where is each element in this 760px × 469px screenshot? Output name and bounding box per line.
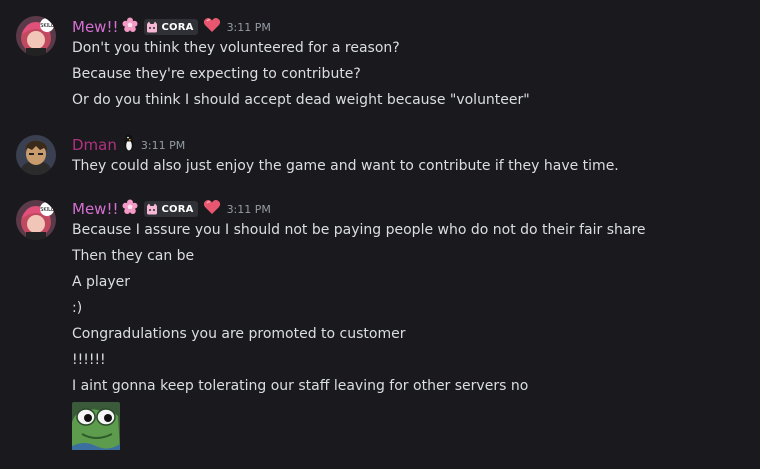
avatar[interactable]: SKILL xyxy=(16,16,56,56)
message-header: Mew!! CORA 3:11 PM xyxy=(72,198,271,220)
message-text: A player xyxy=(72,274,131,290)
timestamp: 3:11 PM xyxy=(140,138,186,152)
guild-tag-label: CORA xyxy=(161,21,194,33)
guild-tag[interactable]: CORA xyxy=(144,18,198,37)
timestamp: 3:11 PM xyxy=(226,20,271,34)
timestamp: 3:11 PM xyxy=(226,202,271,216)
frog-emoji[interactable] xyxy=(72,402,120,450)
message-text: They could also just enjoy the game and … xyxy=(72,158,619,174)
heart-icon xyxy=(203,17,221,37)
message-header: Mew!! CORA 3:11 PM xyxy=(72,16,271,38)
flower-icon xyxy=(122,17,138,37)
heart-icon xyxy=(203,199,221,219)
message-text: Don't you think they volunteered for a r… xyxy=(72,40,400,56)
guild-tag[interactable]: CORA xyxy=(144,200,198,219)
message-text: Because they're expecting to contribute? xyxy=(72,66,361,82)
avatar[interactable] xyxy=(16,135,56,175)
cat-icon xyxy=(146,200,158,219)
cat-icon xyxy=(146,18,158,37)
penguin-icon xyxy=(123,134,135,156)
message-text: I aint gonna keep tolerating our staff l… xyxy=(72,378,529,394)
username[interactable]: Mew!! xyxy=(72,16,118,38)
message-text: Then they can be xyxy=(72,248,195,264)
svg-text:SKILL: SKILL xyxy=(40,207,54,213)
avatar[interactable]: SKILL xyxy=(16,200,56,240)
message-text: Or do you think I should accept dead wei… xyxy=(72,92,530,108)
guild-tag-label: CORA xyxy=(161,203,194,215)
message-text: !!!!!! xyxy=(72,352,106,368)
message-text: :) xyxy=(72,300,83,316)
svg-text:SKILL: SKILL xyxy=(40,23,54,29)
username[interactable]: Mew!! xyxy=(72,198,118,220)
username[interactable]: Dman xyxy=(72,134,117,156)
message-text: Because I assure you I should not be pay… xyxy=(72,222,646,238)
message-text: Congradulations you are promoted to cust… xyxy=(72,326,406,342)
flower-icon xyxy=(122,199,138,219)
message-header: Dman 3:11 PM xyxy=(72,134,185,156)
